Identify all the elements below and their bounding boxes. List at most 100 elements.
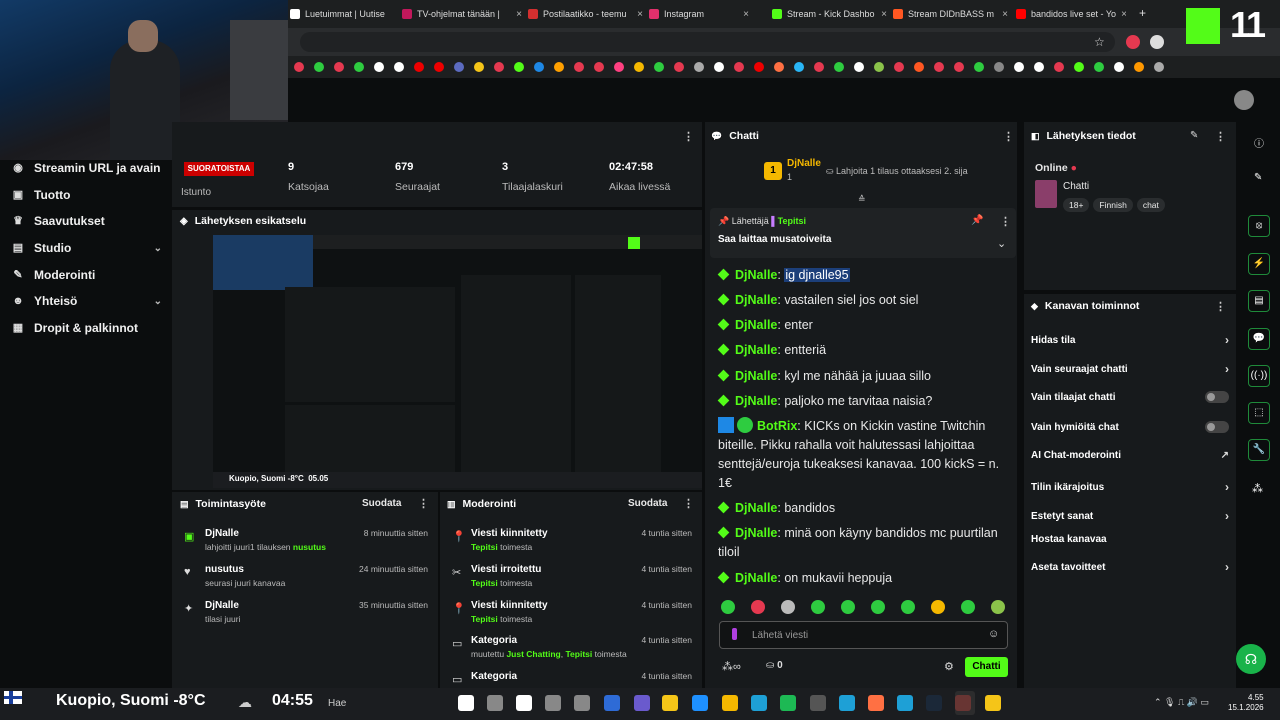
emote-icon[interactable] <box>961 600 975 614</box>
taskbar-app-icon[interactable] <box>839 695 855 711</box>
tray-icons[interactable]: ⌃ 🎙 ⎍ 🔊 ▭ <box>1154 697 1209 708</box>
taskbar-app-icon[interactable] <box>545 695 561 711</box>
bookmark-icon[interactable] <box>873 62 884 72</box>
browser-tab[interactable]: Instagram × <box>649 5 749 23</box>
pinned-more-icon[interactable]: ⋮ <box>1000 215 1011 228</box>
taskbar-app-icon[interactable] <box>574 695 590 711</box>
chat-username[interactable]: DjNalle <box>735 268 777 282</box>
chat-message[interactable]: DjNalle: entteriä <box>717 341 1008 360</box>
sidebar-item[interactable]: ▤ Studio ⌄ <box>12 241 162 255</box>
activity-filter-button[interactable]: Suodata <box>362 498 401 509</box>
bookmark-icon[interactable] <box>793 62 804 72</box>
emote-icon[interactable] <box>931 600 945 614</box>
bookmark-icon[interactable] <box>893 62 904 72</box>
bookmark-icon[interactable] <box>1033 62 1044 72</box>
top-gifter-name[interactable]: DjNalle <box>787 158 821 169</box>
chat-message[interactable]: DjNalle: ig djnalle95 <box>717 266 1008 285</box>
help-icon[interactable]: ☊ <box>1236 644 1266 674</box>
tab-close-icon[interactable]: × <box>637 9 643 20</box>
chat-username[interactable]: DjNalle <box>735 526 777 540</box>
chat-username[interactable]: DjNalle <box>735 369 777 383</box>
chat-message[interactable]: DjNalle: vastailen siel jos oot siel <box>717 291 1008 310</box>
chevron-down-icon[interactable]: ⌄ <box>154 243 162 254</box>
bookmark-icon[interactable] <box>613 62 624 72</box>
profile-icon[interactable] <box>1150 35 1164 49</box>
bookmark-icon[interactable] <box>393 62 404 72</box>
bookmark-icon[interactable] <box>933 62 944 72</box>
bookmark-icon[interactable] <box>733 62 744 72</box>
sidebar-item[interactable]: ◉ Streamin URL ja avain <box>12 161 162 175</box>
chevron-right-icon[interactable]: › <box>1225 333 1229 347</box>
emoji-icon[interactable]: ☺ <box>988 628 999 640</box>
chat-username[interactable]: DjNalle <box>735 394 777 408</box>
bookmark-icon[interactable] <box>1113 62 1124 72</box>
browser-tab[interactable]: Luetuimmat | Uutiset× <box>290 5 385 23</box>
chevron-right-icon[interactable]: › <box>1225 480 1229 494</box>
taskbar-app-icon[interactable] <box>985 695 1001 711</box>
bookmark-icon[interactable] <box>753 62 764 72</box>
bookmark-icon[interactable] <box>413 62 424 72</box>
tag[interactable]: Finnish <box>1093 198 1133 212</box>
bookmark-icon[interactable] <box>473 62 484 72</box>
moderation-more-icon[interactable]: ⋮ <box>683 497 694 510</box>
taskbar-app-icon[interactable] <box>662 695 678 711</box>
chat-username[interactable]: DjNalle <box>735 571 777 585</box>
chat-username[interactable]: DjNalle <box>735 501 777 515</box>
taskbar-app-icon[interactable] <box>810 695 826 711</box>
emote-icon[interactable] <box>871 600 885 614</box>
bolt-rail-icon[interactable]: ⚡ <box>1248 253 1270 275</box>
emote-icon[interactable] <box>781 600 795 614</box>
bookmark-icon[interactable] <box>713 62 724 72</box>
bookmark-icon[interactable] <box>333 62 344 72</box>
bookmark-icon[interactable] <box>653 62 664 72</box>
bookmark-icon[interactable] <box>773 62 784 72</box>
info-rail-icon[interactable]: ⓘ <box>1254 135 1264 150</box>
bookmark-icon[interactable] <box>493 62 504 72</box>
chat-message[interactable]: BotRix: KICKs on Kickin vastine Twitchin… <box>718 417 1008 493</box>
edit-icon[interactable]: ✎ <box>1190 130 1198 141</box>
wrench-rail-icon[interactable]: 🔧 <box>1248 439 1270 461</box>
chat-message[interactable]: DjNalle: bandidos <box>717 499 1008 518</box>
bookmark-icon[interactable] <box>1013 62 1024 72</box>
bookmark-icon[interactable] <box>453 62 464 72</box>
bookmark-icon[interactable] <box>953 62 964 72</box>
channel-action[interactable]: Tilin ikärajoitus › <box>1031 480 1229 494</box>
chat-message[interactable]: DjNalle: kyl me nähää ja juuaa sillo <box>717 367 1008 386</box>
moderation-filter-button[interactable]: Suodata <box>628 498 667 509</box>
channel-action[interactable]: Hostaa kanavaa <box>1031 534 1229 545</box>
bookmark-icon[interactable] <box>593 62 604 72</box>
channel-action[interactable]: Vain tilaajat chatti <box>1031 391 1229 403</box>
chat-username[interactable]: DjNalle <box>735 343 777 357</box>
kicks-icon[interactable]: ⁂∞ <box>722 660 741 673</box>
chat-message[interactable]: DjNalle: paljoko me tarvitaa naisia? <box>717 392 1008 411</box>
emote-icon[interactable] <box>811 600 825 614</box>
pin-icon[interactable]: 📌 <box>971 215 983 226</box>
new-tab-icon[interactable]: + <box>1139 6 1146 20</box>
tab-close-icon[interactable]: × <box>516 9 522 20</box>
bookmark-icon[interactable] <box>1133 62 1144 72</box>
emote-icon[interactable] <box>841 600 855 614</box>
taskbar-app-icon[interactable] <box>458 695 474 711</box>
emote-icon[interactable] <box>721 600 735 614</box>
category-name[interactable]: Chatti <box>1063 181 1089 192</box>
preview-video[interactable]: Kuopio, Suomi -8°C 05.05 <box>213 235 702 488</box>
channel-action[interactable]: Vain seuraajat chatti › <box>1031 362 1229 376</box>
bookmark-icon[interactable] <box>293 62 304 72</box>
extension-icon[interactable] <box>1126 35 1140 49</box>
tab-close-icon[interactable]: × <box>1002 9 1008 20</box>
taskbar-search[interactable]: Hae <box>318 694 448 714</box>
chat-input[interactable]: Lähetä viesti ☺ <box>719 621 1008 649</box>
chevron-right-icon[interactable]: › <box>1225 362 1229 376</box>
chat-username[interactable]: DjNalle <box>735 318 777 332</box>
taskbar-app-icon[interactable] <box>722 695 738 711</box>
bookmark-icon[interactable] <box>833 62 844 72</box>
channel-action[interactable]: Aseta tavoitteet › <box>1031 560 1229 574</box>
tab-close-icon[interactable]: × <box>881 9 887 20</box>
bookmark-icon[interactable] <box>373 62 384 72</box>
toggle-switch[interactable] <box>1205 391 1229 403</box>
bookmark-star-icon[interactable]: ☆ <box>1094 35 1105 49</box>
bookmark-icon[interactable] <box>673 62 684 72</box>
mic-icon[interactable] <box>732 628 737 640</box>
chat-send-button[interactable]: Chatti <box>965 657 1008 677</box>
taskbar-app-icon[interactable] <box>692 695 708 711</box>
